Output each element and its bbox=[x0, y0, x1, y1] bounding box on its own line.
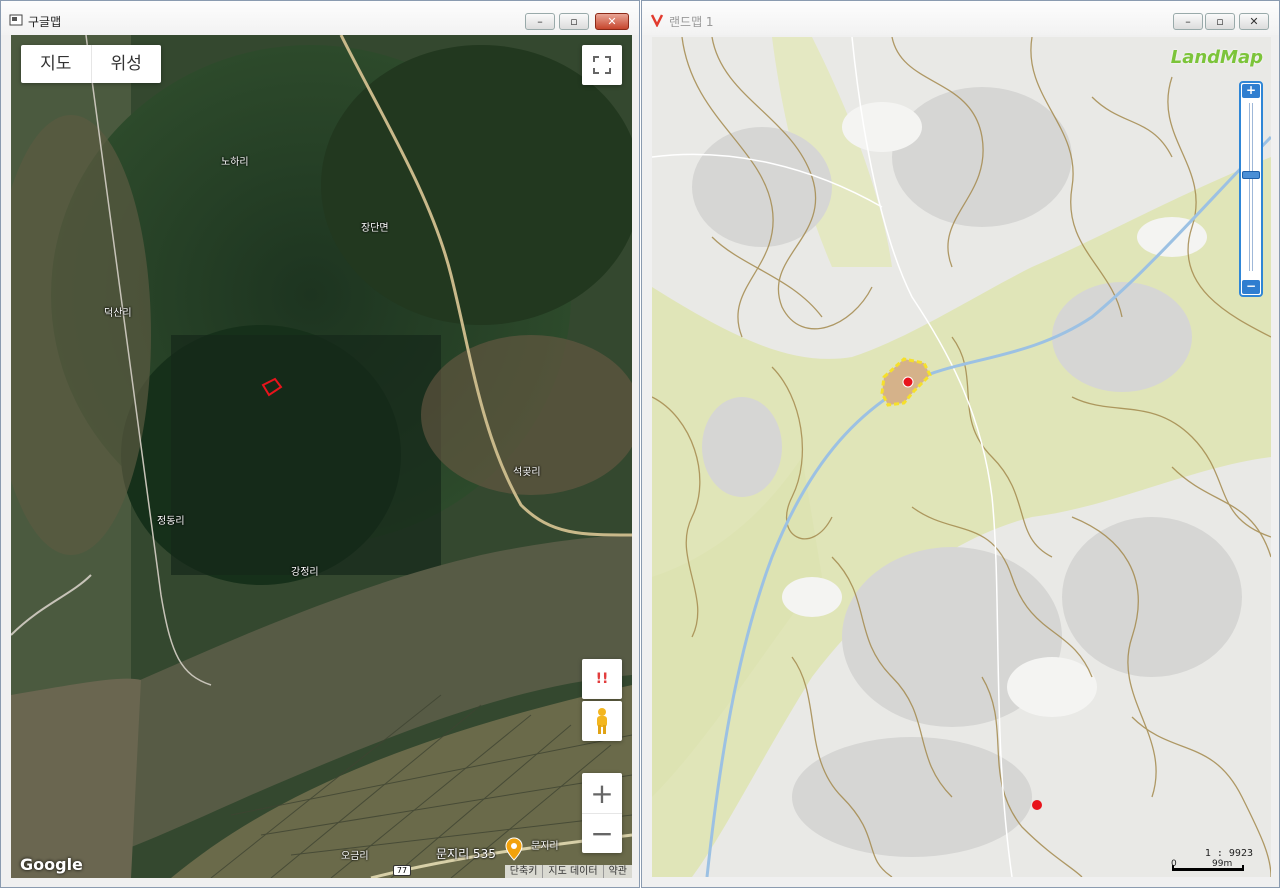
satellite-map[interactable]: 노하리 장단면 덕산리 석곶리 정동리 강정리 오금리 문지리 문지리 535 … bbox=[11, 35, 632, 878]
google-map-window: 구글맵 – ▫ ✕ 노하리 장단면 덕산리 석곶리 정동리 강정리 오금리 문지… bbox=[0, 0, 640, 888]
keyboard-shortcuts-link[interactable]: 단축키 bbox=[505, 865, 543, 878]
place-label: 석곶리 bbox=[513, 467, 541, 478]
title-bar[interactable]: 구글맵 – ▫ ✕ bbox=[1, 1, 639, 35]
window-app-icon bbox=[9, 14, 23, 26]
place-label: 노하리 bbox=[221, 157, 249, 168]
place-label: 정동리 bbox=[157, 516, 185, 527]
poi-label[interactable]: 문지리 535 bbox=[436, 845, 496, 862]
zoom-out-button[interactable]: − bbox=[582, 813, 622, 853]
terms-link[interactable]: 약관 bbox=[602, 865, 632, 878]
maximize-button[interactable]: ▫ bbox=[1205, 13, 1235, 30]
topo-imagery bbox=[652, 37, 1271, 877]
zoom-in-button[interactable]: + bbox=[582, 773, 622, 813]
street-view-button[interactable] bbox=[582, 701, 622, 741]
map-data-link[interactable]: 지도 데이터 bbox=[542, 865, 602, 878]
zoom-slider: + − bbox=[1239, 81, 1263, 297]
scale-bar bbox=[1172, 865, 1244, 871]
topographic-map[interactable]: LandMap + − 1 : 9923 0 99m bbox=[652, 37, 1271, 877]
road-shield: 77 bbox=[393, 865, 411, 876]
zoom-in-button[interactable]: + bbox=[1242, 84, 1260, 98]
fullscreen-button[interactable] bbox=[582, 45, 622, 85]
minimize-button[interactable]: – bbox=[525, 13, 555, 30]
maximize-button[interactable]: ▫ bbox=[559, 13, 589, 30]
place-label: 덕산리 bbox=[104, 308, 132, 319]
close-button[interactable]: ✕ bbox=[595, 13, 629, 30]
satellite-view-button[interactable]: 위성 bbox=[90, 45, 162, 83]
window-title: 구글맵 bbox=[28, 15, 62, 29]
satellite-imagery bbox=[11, 35, 632, 878]
pin-icon[interactable] bbox=[505, 837, 523, 861]
map-view-button[interactable]: 지도 bbox=[21, 45, 91, 83]
title-bar[interactable]: 랜드맵 1 – ▫ ✕ bbox=[642, 1, 1279, 35]
place-label: 오금리 bbox=[341, 851, 369, 862]
fullscreen-icon bbox=[593, 56, 611, 74]
scale-label: 0 bbox=[1171, 859, 1177, 869]
landmap-window: 랜드맵 1 – ▫ ✕ LandMap + − 1: 9923 0 99m bbox=[641, 0, 1280, 888]
scale-label: 99m bbox=[1212, 859, 1233, 869]
landmap-app-icon bbox=[650, 14, 664, 27]
alert-button[interactable]: !! bbox=[582, 659, 622, 699]
close-button[interactable]: ✕ bbox=[1239, 13, 1269, 30]
zoom-thumb[interactable] bbox=[1242, 171, 1260, 179]
place-label: 장단면 bbox=[361, 223, 389, 234]
location-marker-icon[interactable] bbox=[902, 376, 914, 388]
google-logo: Google bbox=[20, 855, 83, 874]
place-label: 문지리 bbox=[531, 841, 559, 852]
window-title: 랜드맵 1 bbox=[669, 15, 714, 29]
scale-ratio: 1 : 9923 bbox=[1204, 848, 1253, 859]
zoom-control: + − bbox=[582, 773, 622, 853]
pegman-icon bbox=[597, 708, 607, 734]
zoom-track[interactable] bbox=[1249, 103, 1253, 271]
landmap-logo: LandMap bbox=[1170, 47, 1263, 68]
location-marker-icon[interactable] bbox=[1031, 799, 1043, 811]
map-footer: 단축키 지도 데이터 약관 bbox=[504, 865, 632, 878]
zoom-out-button[interactable]: − bbox=[1242, 280, 1260, 294]
map-type-toggle: 지도 위성 bbox=[21, 45, 161, 83]
minimize-button[interactable]: – bbox=[1173, 13, 1203, 30]
place-label: 강정리 bbox=[291, 567, 319, 578]
